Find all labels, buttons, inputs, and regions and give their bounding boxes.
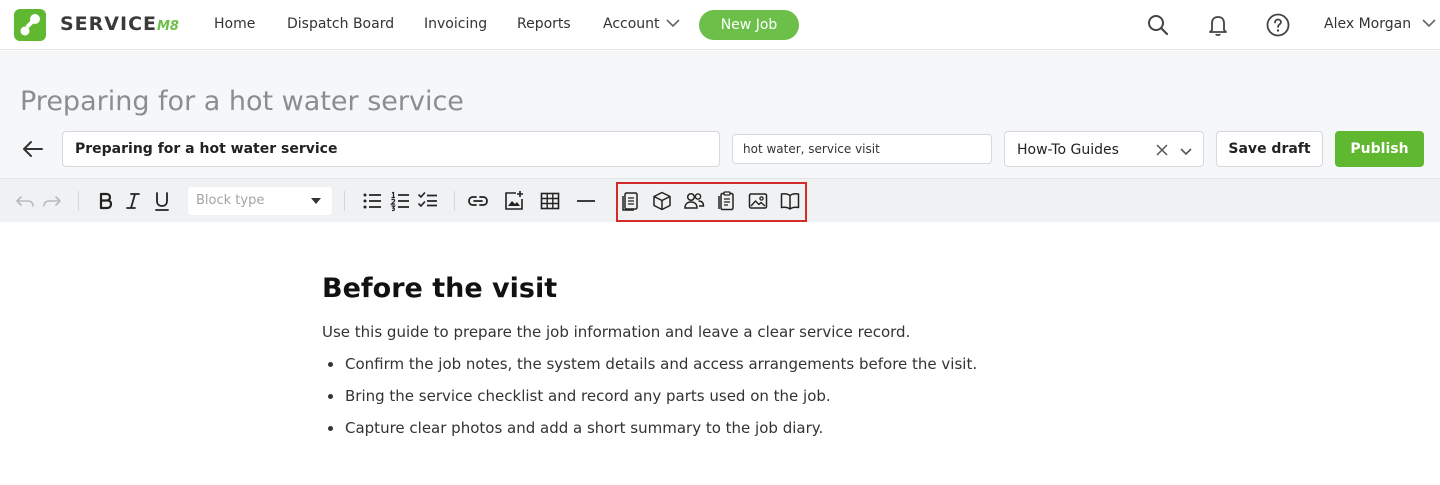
table-icon[interactable] [539,190,561,212]
material-box-icon[interactable] [651,190,673,212]
new-job-button[interactable]: New Job [699,10,799,40]
logo-text: SERVICE [60,13,157,35]
top-navigation: SERVICEM8 Home Dispatch Board Invoicing … [0,0,1440,50]
nav-invoicing[interactable]: Invoicing [424,16,487,32]
bullet-list: Confirm the job notes, the system detail… [322,354,1122,438]
logo-suffix: M8 [157,19,179,34]
bell-icon[interactable] [1205,12,1231,38]
nav-dispatch-board[interactable]: Dispatch Board [287,16,394,32]
caret-down-icon [311,198,321,204]
job-card-icon[interactable] [715,190,737,212]
category-value: How-To Guides [1017,142,1119,158]
chevron-down-icon[interactable] [1179,143,1193,162]
servicem8-logo-icon[interactable] [14,9,46,41]
list-item: Capture clear photos and add a short sum… [322,418,1122,438]
search-icon[interactable] [1145,12,1171,38]
intro-paragraph: Use this guide to prepare the job inform… [322,323,911,341]
tags-input[interactable] [732,134,992,164]
back-arrow-icon[interactable] [20,136,46,162]
page-title: Preparing for a hot water service [20,86,464,117]
editor-toolbar: Block type [0,178,1440,222]
redo-icon[interactable] [41,190,63,212]
chevron-down-icon [665,16,680,32]
help-icon[interactable] [1265,12,1291,38]
insert-image-icon[interactable] [503,190,525,212]
link-icon[interactable] [467,190,489,212]
checklist-icon[interactable] [417,190,439,212]
bulleted-list-icon[interactable] [361,190,383,212]
underline-icon[interactable] [151,190,173,212]
bold-icon[interactable] [94,190,116,212]
knowledge-base-book-icon[interactable] [779,190,801,212]
section-heading: Before the visit [322,273,558,304]
list-item: Bring the service checklist and record a… [322,386,1122,406]
category-select[interactable]: How-To Guides [1004,131,1204,167]
photo-icon[interactable] [747,190,769,212]
publish-button[interactable]: Publish [1335,131,1424,167]
italic-icon[interactable] [122,190,144,212]
nav-account-label: Account [603,16,660,32]
toolbar-divider [454,191,455,211]
list-item: Confirm the job notes, the system detail… [322,354,1122,374]
user-name: Alex Morgan [1324,16,1412,32]
clear-icon[interactable] [1155,142,1169,161]
toolbar-divider [344,191,345,211]
staff-icon[interactable] [683,190,705,212]
block-type-select[interactable]: Block type [188,187,332,215]
nav-home[interactable]: Home [214,16,255,32]
numbered-list-icon[interactable] [389,190,411,212]
save-draft-button[interactable]: Save draft [1216,131,1323,167]
nav-reports[interactable]: Reports [517,16,571,32]
block-type-placeholder: Block type [196,193,265,208]
undo-icon[interactable] [14,190,36,212]
chevron-down-icon [1421,16,1436,32]
article-title-input[interactable] [62,131,720,167]
logo-wordmark[interactable]: SERVICEM8 [60,13,179,35]
nav-account[interactable]: Account [603,16,680,32]
horizontal-rule-icon[interactable] [575,190,597,212]
toolbar-divider [78,191,79,211]
clipboard-copy-icon[interactable] [619,190,641,212]
article-content[interactable]: Before the visit Use this guide to prepa… [322,272,1122,450]
user-menu[interactable]: Alex Morgan [1324,16,1436,32]
